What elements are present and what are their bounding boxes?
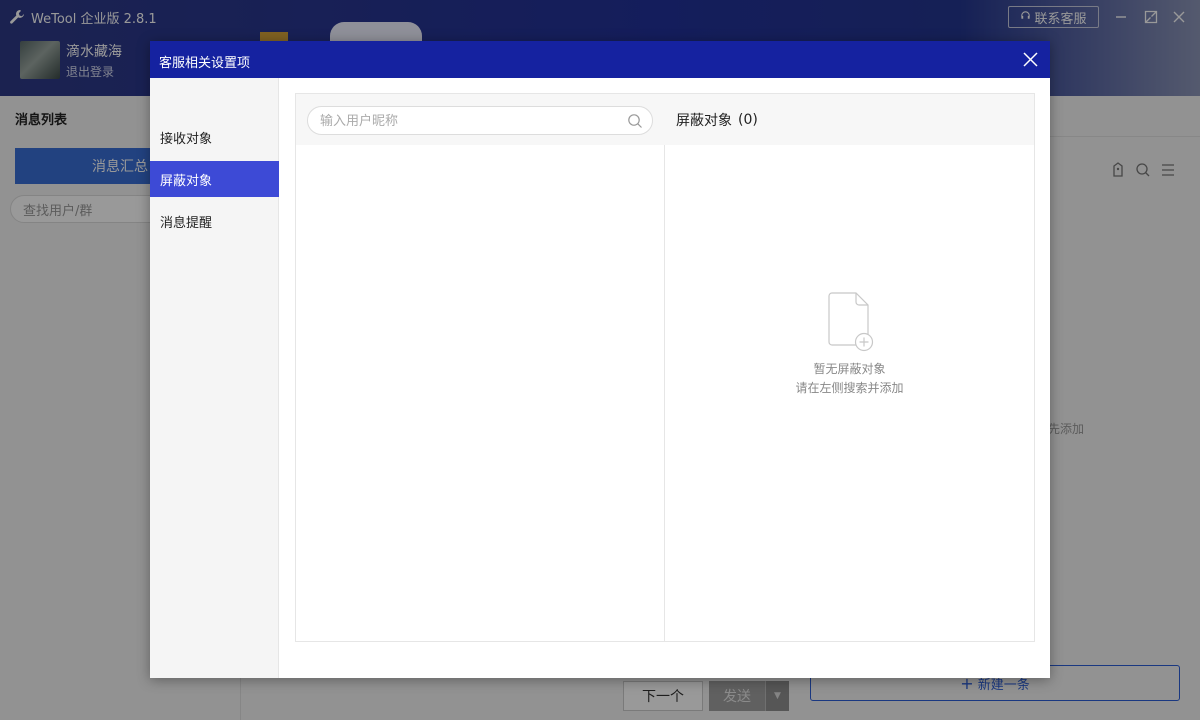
- dialog-header: 客服相关设置项: [150, 41, 1050, 78]
- blocked-settings-panel: 屏蔽对象 (0) 暂无屏蔽对象 请在左侧搜索并添加: [295, 93, 1035, 642]
- empty-state-title: 暂无屏蔽对象: [813, 362, 886, 376]
- search-icon[interactable]: [627, 113, 643, 129]
- service-settings-dialog: 客服相关设置项 接收对象 屏蔽对象 消息提醒 屏蔽对象 (0): [150, 41, 1050, 678]
- dialog-close-button[interactable]: [1022, 51, 1039, 68]
- nav-item-receivers[interactable]: 接收对象: [150, 119, 279, 155]
- blocked-count: (0): [738, 111, 758, 128]
- blocked-list-title: 屏蔽对象: [676, 112, 732, 129]
- blocked-list-column: 屏蔽对象 (0) 暂无屏蔽对象 请在左侧搜索并添加: [665, 94, 1034, 641]
- dialog-title: 客服相关设置项: [159, 56, 251, 71]
- nav-item-notifications[interactable]: 消息提醒: [150, 203, 279, 239]
- nickname-search-box[interactable]: [307, 106, 653, 135]
- blocked-list-header: 屏蔽对象 (0): [665, 94, 1034, 145]
- search-results-column: [296, 94, 665, 641]
- empty-state-hint: 请在左侧搜索并添加: [795, 381, 904, 395]
- nickname-search-input[interactable]: [320, 111, 620, 131]
- search-header: [296, 94, 665, 145]
- empty-document-add-icon: [827, 292, 873, 352]
- nav-item-blocked[interactable]: 屏蔽对象: [150, 161, 279, 197]
- settings-nav: 接收对象 屏蔽对象 消息提醒: [150, 78, 279, 678]
- close-icon: [1023, 52, 1038, 67]
- empty-state: 暂无屏蔽对象 请在左侧搜索并添加: [665, 292, 1034, 396]
